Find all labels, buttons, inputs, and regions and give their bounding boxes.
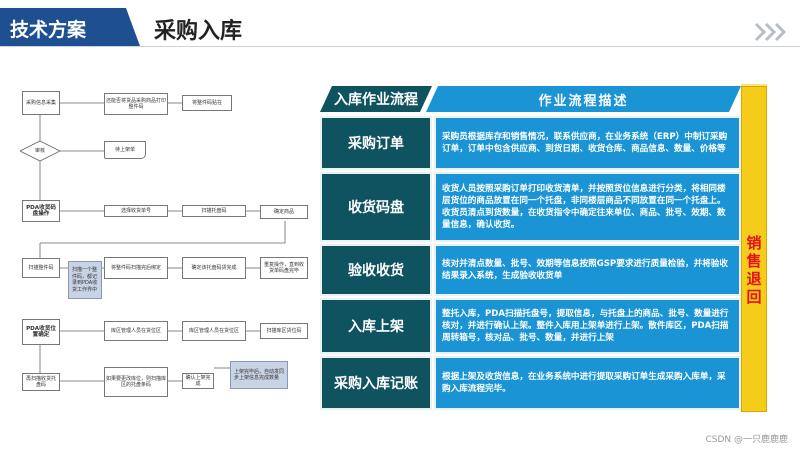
flow-node: 确定该托盘码货完成 [182,257,246,279]
flow-node: 扫描托盘码 [182,205,246,217]
row-desc: 核对并清点数量、批号、效期等信息按照GSP要求进行质量检验，并将验收结果录入系统… [434,244,741,296]
flow-node: 如果要更改库位，则扫描库区的托盘条码 [104,367,168,397]
row-label: 采购入库记账 [320,356,432,410]
flowchart: 采购信息采集 还能否将货品采购商品打印整件码 将整件码贴在 审核 待上架单 PD… [20,83,310,403]
side-label: 销售退回 [746,234,762,306]
header-divider [0,46,800,47]
flow-node: 再扫描收货托盘码 [22,373,60,391]
flow-node: 确定商品 [260,205,308,219]
table-header-right: 作业流程描述 [426,86,741,112]
flow-node: 选择收货单号 [104,205,168,217]
flow-node: 待上架单 [104,141,146,159]
flow-node-phase: PDA收货位置确定 [22,319,60,345]
flow-node: 将整件码扫描完后绑定 [104,257,168,279]
page-title: 采购入库 [154,19,243,44]
flow-note: 上架完毕后，自动发同步上架信息完成数量 [230,361,288,389]
chevrons-right-icon [754,22,787,42]
flow-node: 扫描整件码 [22,258,60,278]
process-table: 销售退回 入库作业流程 作业流程描述 采购订单 采购员根据库存和销售情况，联系供… [320,84,769,414]
flow-node: 重复操作，直到收货单码盘完毕 [260,257,308,279]
flow-node: 将整件码贴在 [182,95,232,111]
section-tag-label: 技术方案 [10,19,87,41]
row-label: 入库上架 [320,298,432,354]
section-tag: 技术方案 [0,8,140,46]
watermark: CSDN @一只鹿鹿鹿 [705,435,788,445]
flow-note: 扫描一个整件码，都记录到PDA收货工作界中 [68,261,102,299]
row-label: 验收收货 [320,244,432,296]
row-desc: 整托入库，PDA扫描托盘号，提取信息，与托盘上的商品、批号、数量进行核对，并进行… [434,298,741,354]
row-desc: 收货人员按照采购订单打印收货清单，并按照货位信息进行分类，将相同楼层货位的商品放… [434,172,741,242]
row-desc: 采购员根据库存和销售情况，联系供应商，在业务系统（ERP）中制订采购订单，订单中… [434,116,741,170]
flow-node-decision: 审核 [34,147,45,154]
row-label: 采购订单 [320,116,432,170]
row-desc: 根据上架及收货信息，在业务系统中进行提取采购订单生成采购入库单，采购入库流程完毕… [434,356,741,410]
row-label: 收货码盘 [320,172,432,242]
flow-node: 采购信息采集 [22,91,60,115]
flow-node: 确认上架完成 [182,373,214,389]
flowchart-connectors [20,102,286,382]
table-header-left: 入库作业流程 [320,86,432,112]
flow-node: 还能否将货品采购商品打印整件码 [104,93,168,115]
flow-node: 扫描库区货位码 [260,323,308,339]
flow-node: 库区管理人员在货位区 [182,321,246,341]
flow-node-phase: PDA收货码盘操作 [22,200,60,222]
flow-node: 库区管理人员在货位区 [104,321,168,341]
